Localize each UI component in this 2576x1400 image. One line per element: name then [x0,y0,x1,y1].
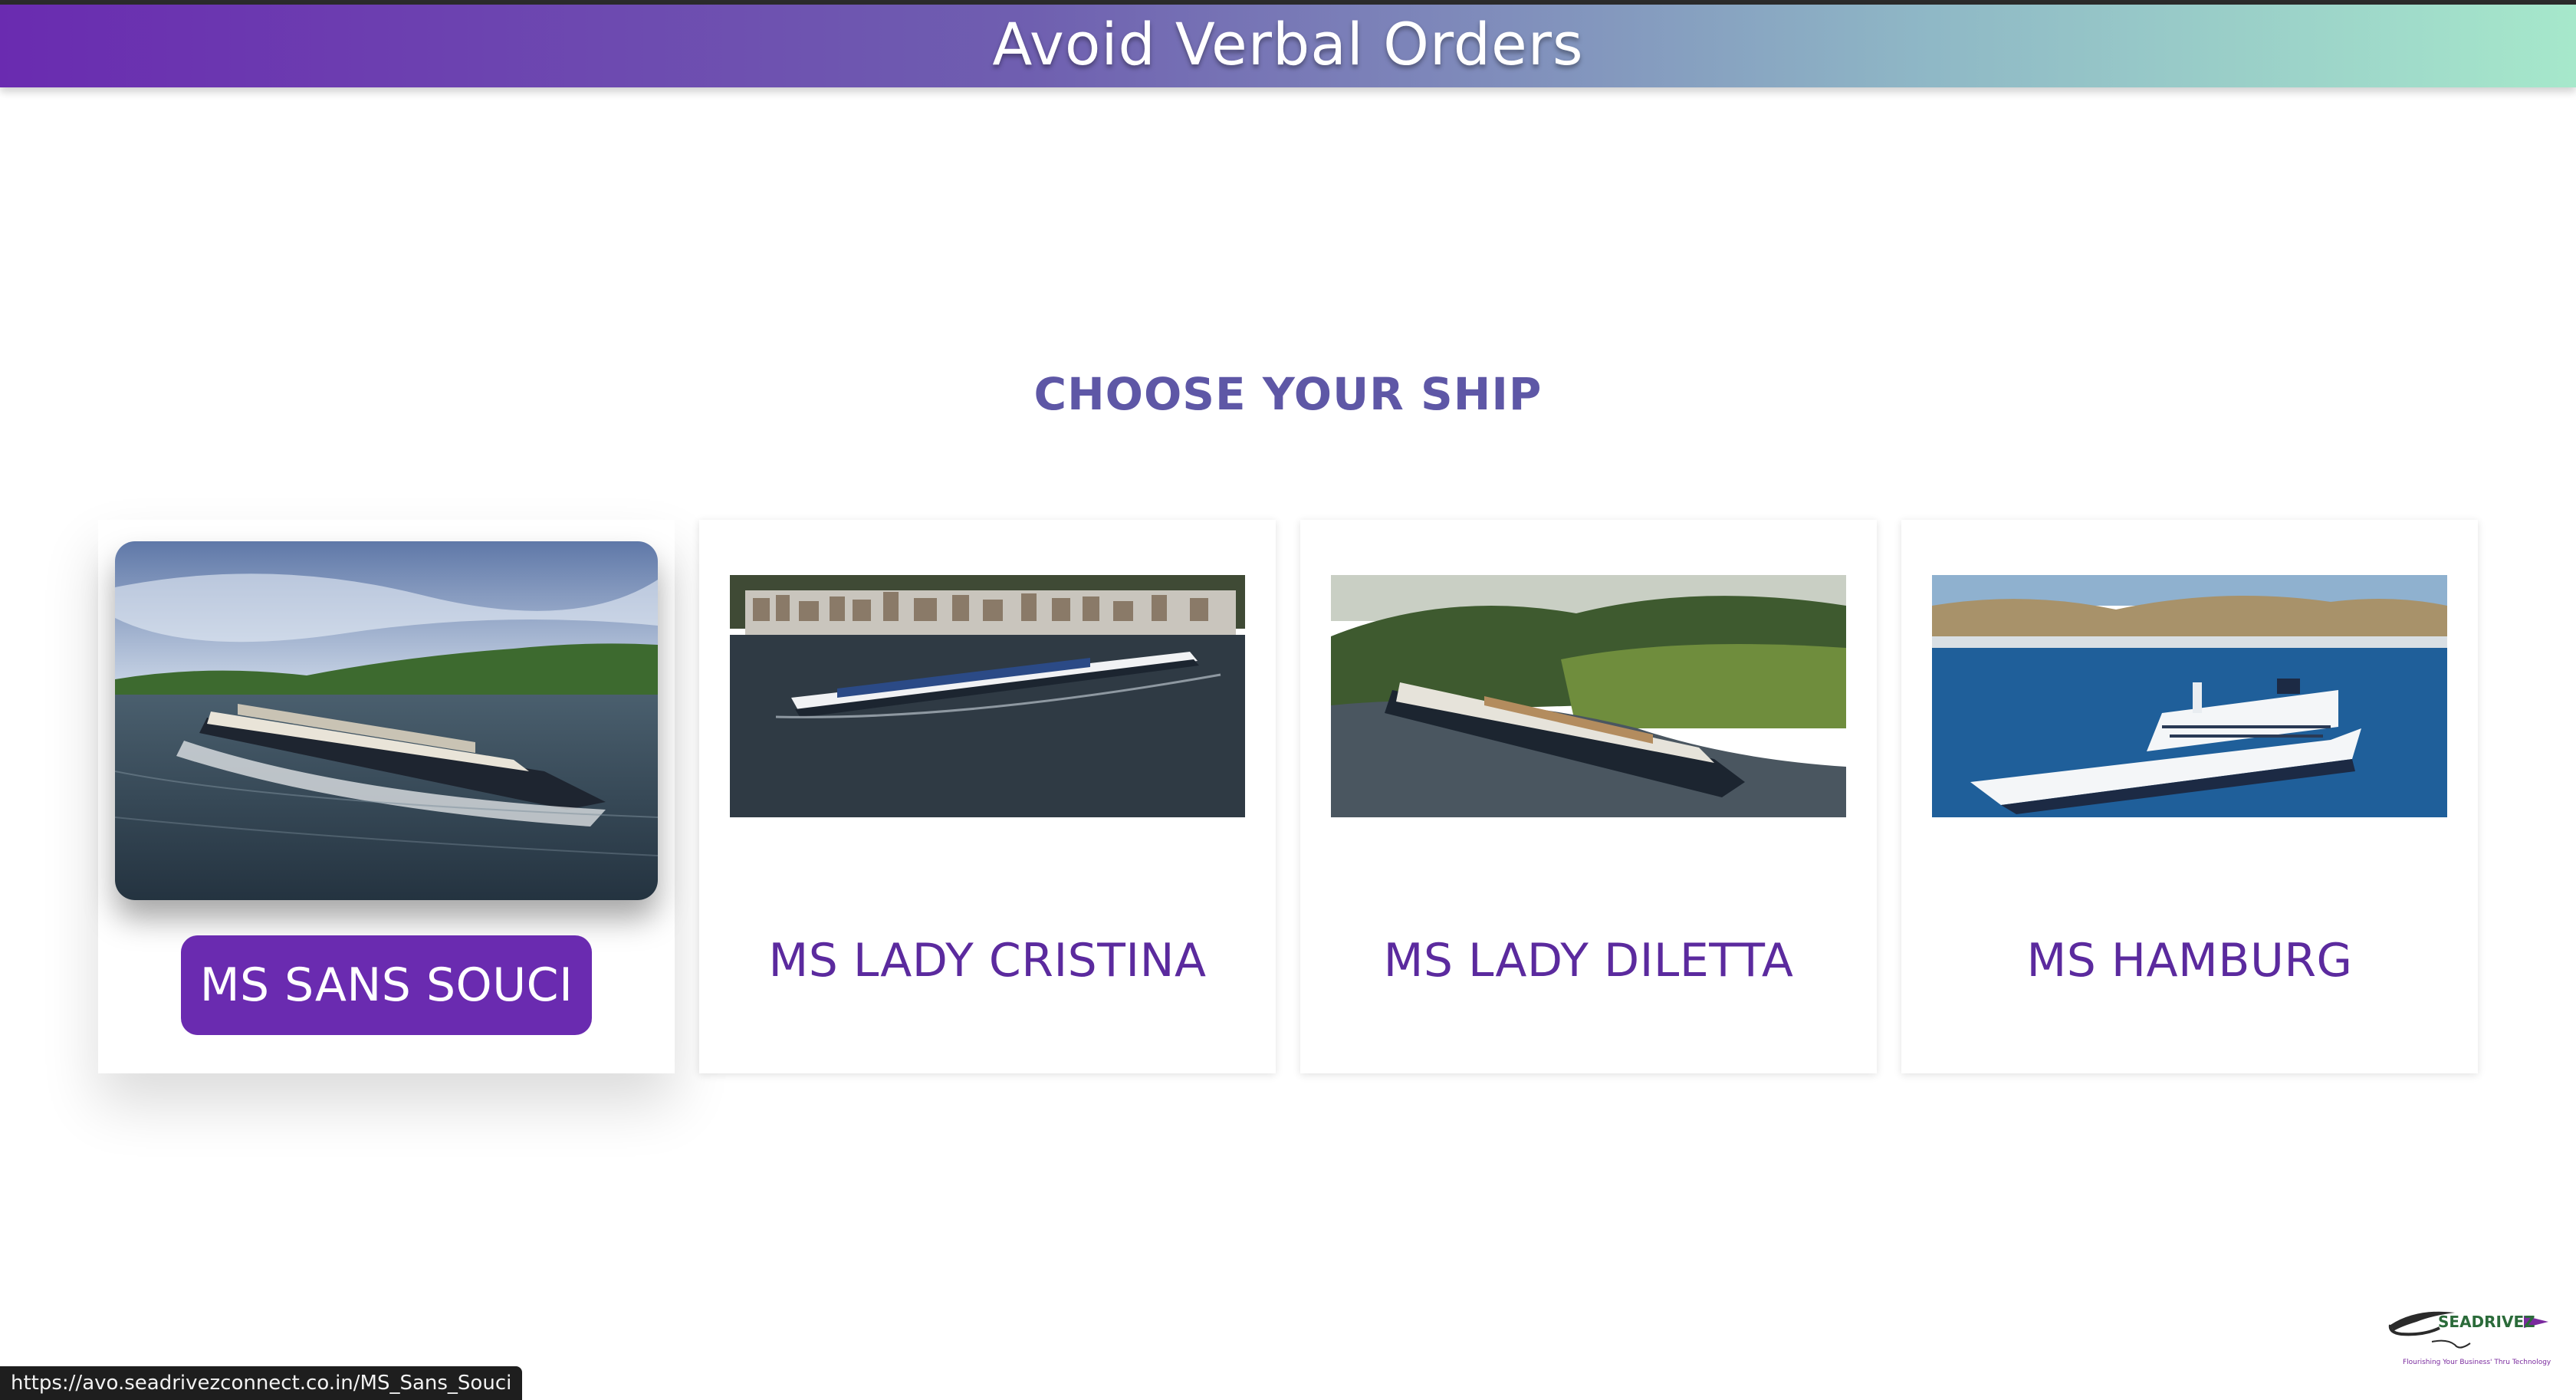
ship-name-lady-diletta: MS LADY DILETTA [1383,934,1794,988]
ship-image-hamburg[interactable] [1932,575,2447,817]
section-title: CHOOSE YOUR SHIP [1033,368,1543,420]
seadrivez-logo: SEADRIVEZ Flourishing Your Business' Thr… [2386,1305,2553,1374]
ship-card-lady-diletta[interactable]: MS LADY DILETTA [1300,520,1877,1073]
page-header: Avoid Verbal Orders [0,5,2576,87]
brand-tagline: Flourishing Your Business' Thru Technolo… [2403,1359,2551,1366]
ship-select-button-sans-souci[interactable]: MS SANS SOUCI [181,935,592,1035]
ship-image-lady-cristina[interactable] [730,575,1245,817]
ship-image-sans-souci[interactable] [115,541,658,900]
ship-name-lady-cristina: MS LADY CRISTINA [768,934,1207,988]
status-bar-url: https://avo.seadrivezconnect.co.in/MS_Sa… [0,1366,523,1400]
brand-name: SEADRIVEZ [2438,1313,2535,1331]
page-title: Avoid Verbal Orders [992,9,1584,78]
ship-image-lady-diletta[interactable] [1331,575,1846,817]
ship-card-sans-souci[interactable]: MS SANS SOUCI [98,520,675,1073]
ship-card-lady-cristina[interactable]: MS LADY CRISTINA [699,520,1276,1073]
ship-name-hamburg: MS HAMBURG [2026,934,2353,988]
ship-card-hamburg[interactable]: MS HAMBURG [1901,520,2478,1073]
